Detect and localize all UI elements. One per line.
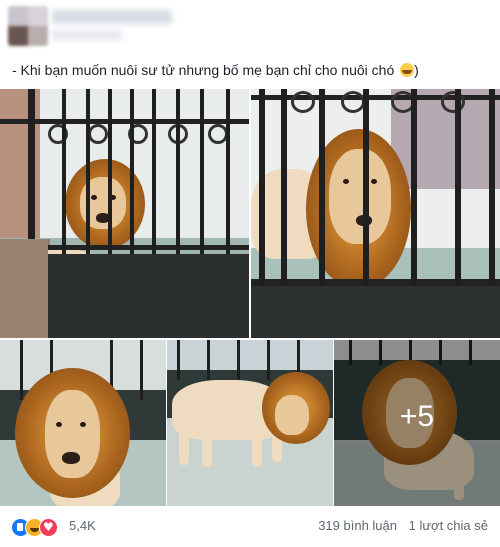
photo-3[interactable] (0, 340, 166, 506)
avatar[interactable] (8, 6, 48, 46)
post-caption: - Khi bạn muốn nuôi sư tử nhưng bố mẹ bạ… (12, 62, 419, 78)
love-icon (39, 518, 58, 537)
reaction-count[interactable]: 5,4K (69, 518, 96, 533)
engagement-stats: 319 bình luận 1 lượt chia sẻ (310, 518, 488, 533)
post-footer: 5,4K 319 bình luận 1 lượt chia sẻ (0, 508, 500, 547)
post-header-blurred (8, 6, 338, 48)
facebook-post: - Khi bạn muốn nuôi sư tử nhưng bố mẹ bạ… (0, 0, 500, 547)
caption-end: ) (414, 62, 419, 78)
photo-4[interactable] (167, 340, 333, 506)
caption-text: - Khi bạn muốn nuôi sư tử nhưng bố mẹ bạ… (12, 62, 395, 78)
photo-2[interactable] (251, 89, 500, 338)
share-count[interactable]: 1 lượt chia sẻ (409, 518, 488, 533)
grinning-face-icon (400, 63, 415, 77)
comment-count[interactable]: 319 bình luận (318, 518, 397, 533)
photo-1[interactable] (0, 89, 249, 338)
post-meta-blurred (52, 30, 122, 40)
author-name-blurred[interactable] (52, 10, 172, 24)
more-photos-count[interactable]: +5 (334, 400, 500, 434)
